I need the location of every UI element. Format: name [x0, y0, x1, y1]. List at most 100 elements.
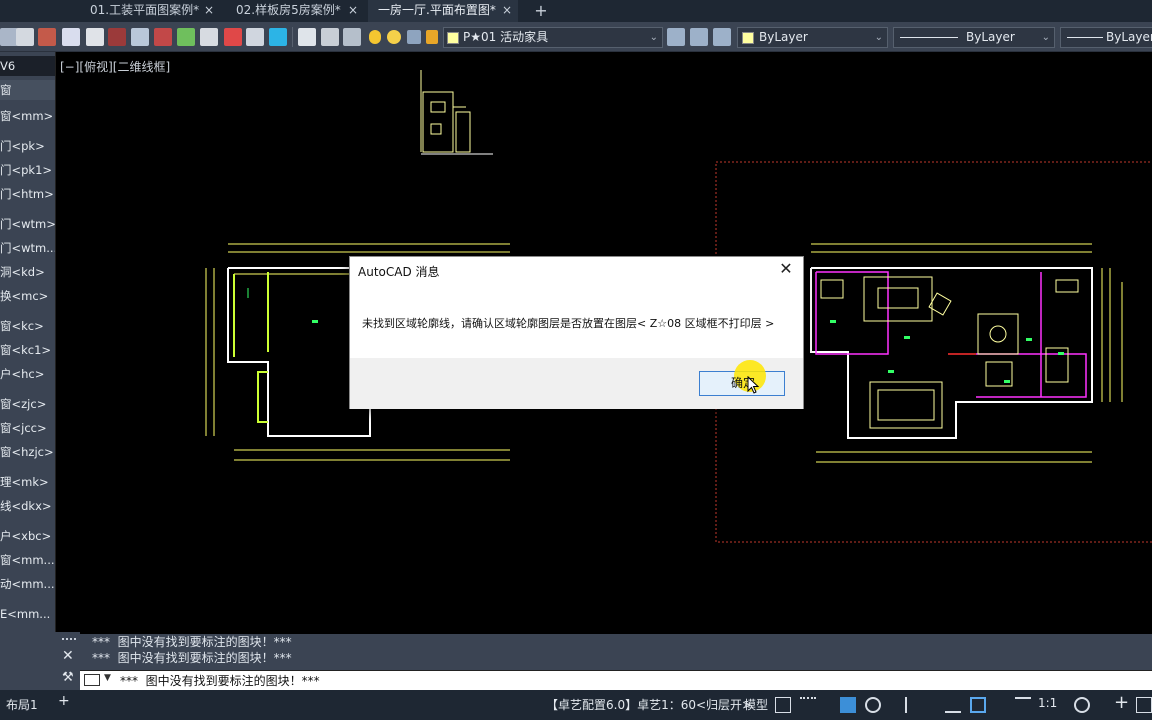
viewport-icon[interactable]: [407, 30, 421, 44]
bulb-icon[interactable]: [369, 30, 381, 44]
scale-indicator[interactable]: 1:1: [1038, 696, 1057, 710]
chevron-down-icon: ⌄: [874, 32, 883, 43]
palette-item[interactable]: 窗<kc1>: [0, 340, 55, 360]
new-tab-button[interactable]: +: [530, 0, 552, 22]
line-sample: [1067, 37, 1103, 38]
layer-previous-icon[interactable]: [200, 28, 218, 46]
layer-name: P★01 活动家具: [463, 30, 549, 44]
selection-icon[interactable]: [970, 697, 986, 713]
color-dropdown[interactable]: ByLayer ⌄: [737, 27, 888, 48]
command-icon[interactable]: [84, 674, 100, 686]
layer-merge-icon[interactable]: [154, 28, 172, 46]
palette-item[interactable]: 门<pk>: [0, 136, 55, 156]
dialog-title: AutoCAD 消息: [358, 265, 440, 279]
tab-label: 一房一厅.平面布置图*: [378, 3, 496, 17]
angle-icon[interactable]: [945, 697, 961, 713]
layer-dropdown[interactable]: P★01 活动家具 ⌄: [443, 27, 663, 48]
layer-lock-icon[interactable]: [86, 28, 104, 46]
palette-item[interactable]: 窗<zjc>: [0, 394, 55, 414]
toolbar-separator: [292, 27, 293, 47]
layer-isolate-icon[interactable]: [38, 28, 56, 46]
palette-item[interactable]: 门<wtm>: [0, 214, 55, 234]
command-history-line: *** 图中没有找到要标注的图块！***: [92, 651, 292, 665]
chevron-down-icon: ⌄: [1041, 32, 1050, 43]
annotate-icon[interactable]: [1015, 697, 1031, 713]
tab-yifang-yiting[interactable]: 一房一厅.平面布置图* ×: [368, 0, 518, 22]
palette-item[interactable]: 窗<jcc>: [0, 418, 55, 438]
layer-color-swatch: [447, 32, 459, 44]
add-layout-button[interactable]: +: [58, 693, 70, 709]
autocad-message-dialog: AutoCAD 消息 ✕ 未找到区域轮廓线，请确认区域轮廓图层是否放置在图层< …: [349, 256, 804, 409]
snap-icon[interactable]: [800, 697, 816, 713]
gear-icon[interactable]: [1074, 697, 1090, 713]
palette-item[interactable]: 窗<hzjc>: [0, 442, 55, 462]
palette-item[interactable]: 窗<kc>: [0, 316, 55, 336]
grid-icon[interactable]: [775, 697, 791, 713]
palette-item[interactable]: 门<wtm...: [0, 238, 55, 258]
lock-icon[interactable]: [426, 30, 438, 44]
tab-label: 02.样板房5房案例*: [236, 3, 341, 17]
sun-icon[interactable]: [387, 30, 401, 44]
palette-item[interactable]: 窗: [0, 80, 55, 100]
command-input[interactable]: ▼ *** 图中没有找到要标注的图块！***: [80, 670, 1152, 690]
tab-gongzhuang[interactable]: 01.工装平面图案例* ×: [80, 0, 220, 22]
ortho-icon[interactable]: [840, 697, 856, 713]
layer-delete-icon[interactable]: [108, 28, 126, 46]
right-plan-dimensions: [811, 243, 1123, 463]
palette-item[interactable]: 理<mk>: [0, 472, 55, 492]
close-icon[interactable]: ✕: [777, 259, 795, 278]
layer-match-icon[interactable]: [131, 28, 149, 46]
palette-item[interactable]: 户<xbc>: [0, 526, 55, 546]
toolbar: P★01 活动家具 ⌄ ByLayer ⌄ ByLayer ⌄ ByLayer: [0, 22, 1152, 52]
palette-item[interactable]: 线<dkx>: [0, 496, 55, 516]
tab-yangbanfang[interactable]: 02.样板房5房案例* ×: [226, 0, 364, 22]
lineweight-value: ByLayer: [1106, 30, 1152, 44]
close-icon[interactable]: ×: [204, 0, 214, 21]
model-button[interactable]: 模型: [744, 696, 768, 713]
palette-item[interactable]: 动<mm...: [0, 574, 55, 594]
palette-item[interactable]: E<mm...: [0, 604, 55, 624]
layer-translate-icon[interactable]: [246, 28, 264, 46]
palette-item[interactable]: 门<pk1>: [0, 160, 55, 180]
maximize-icon[interactable]: [1136, 697, 1152, 713]
wrench-icon[interactable]: ⚒: [62, 670, 74, 685]
palette-item[interactable]: 窗<mm...: [0, 550, 55, 570]
color-value: ByLayer: [759, 30, 808, 44]
palette-item[interactable]: 窗<mm>: [0, 106, 55, 126]
layer-freeze-icon[interactable]: [62, 28, 80, 46]
palette-item[interactable]: 门<htm>: [0, 184, 55, 204]
layout-tab[interactable]: 布局1: [6, 696, 38, 713]
palette-item[interactable]: 洞<kd>: [0, 262, 55, 282]
tool-palette: V6 窗 窗<mm> 门<pk> 门<pk1> 门<htm> 门<wtm> 门<…: [0, 52, 56, 632]
plus-icon[interactable]: +: [1114, 692, 1129, 713]
ok-button[interactable]: 确定: [699, 360, 785, 396]
layer-settings-icon[interactable]: [343, 28, 361, 46]
layer-walk-icon[interactable]: [177, 28, 195, 46]
layer-off-icon[interactable]: [16, 28, 34, 46]
osnap-icon[interactable]: [905, 697, 921, 713]
layer-previous-2-icon[interactable]: [713, 28, 731, 46]
polar-icon[interactable]: [865, 697, 881, 713]
make-current-icon[interactable]: [667, 28, 685, 46]
layer-list-icon[interactable]: [321, 28, 339, 46]
lineweight-dropdown[interactable]: ByLayer: [1060, 27, 1152, 48]
command-current-text: *** 图中没有找到要标注的图块！***: [120, 674, 320, 688]
detail-block-top: [420, 70, 493, 155]
config-indicator[interactable]: 【卓艺配置6.0】卓艺1：60<归层开>: [546, 696, 752, 713]
layer-properties-icon[interactable]: [298, 28, 316, 46]
match-layer-icon[interactable]: [690, 28, 708, 46]
layer-states-icon[interactable]: [224, 28, 242, 46]
right-plan-walls: [810, 267, 1093, 439]
palette-item[interactable]: 户<hc>: [0, 364, 55, 384]
grip-icon[interactable]: [62, 638, 76, 642]
document-tab-bar: 01.工装平面图案例* × 02.样板房5房案例* × 一房一厅.平面布置图* …: [0, 0, 1152, 22]
chevron-down-icon[interactable]: ▼: [104, 673, 111, 683]
palette-item[interactable]: 换<mc>: [0, 286, 55, 306]
line-sample: [900, 37, 958, 38]
layer-color-icon[interactable]: [269, 28, 287, 46]
command-panel-controls: ✕ ⚒: [0, 632, 80, 690]
close-icon[interactable]: ×: [502, 0, 512, 21]
close-icon[interactable]: ✕: [62, 648, 74, 664]
linetype-dropdown[interactable]: ByLayer ⌄: [893, 27, 1055, 48]
close-icon[interactable]: ×: [348, 0, 358, 21]
